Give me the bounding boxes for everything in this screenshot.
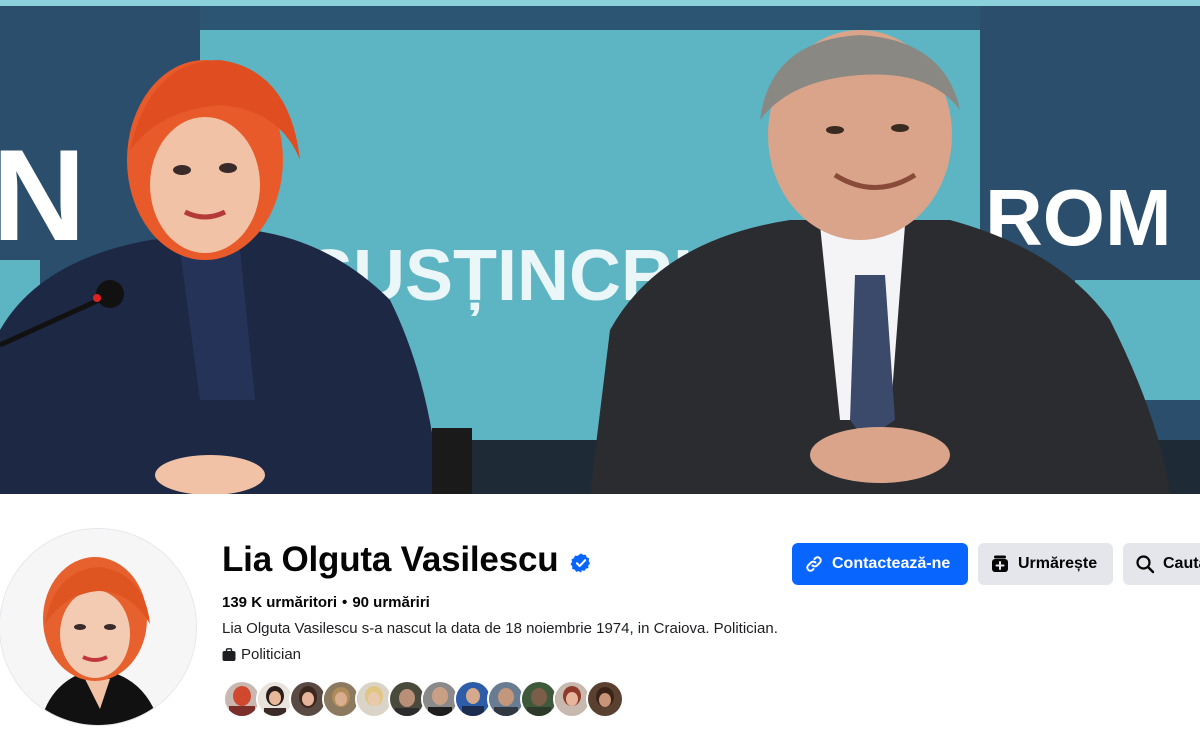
follow-button-label: Urmărește bbox=[1018, 555, 1098, 572]
cover-photo[interactable]: N SUSȚINCRIȘ ROM bbox=[0, 0, 1200, 494]
contact-button-label: Contactează-ne bbox=[832, 555, 951, 572]
cover-banner-text-left: N bbox=[0, 122, 86, 268]
category-label: Politician bbox=[241, 646, 302, 663]
contact-button[interactable]: Contactează-ne bbox=[792, 543, 968, 585]
follow-icon bbox=[992, 555, 1008, 572]
facebook-page-profile: N SUSȚINCRIȘ ROM Lia Olguta Vasilescu 13… bbox=[0, 0, 1200, 750]
profile-stats: 139 K urmăritori • 90 urmăriri bbox=[222, 594, 430, 611]
followers-count[interactable]: 139 K urmăritori bbox=[222, 594, 337, 611]
search-button-label: Caută bbox=[1163, 555, 1200, 572]
following-count[interactable]: 90 urmăriri bbox=[352, 594, 430, 611]
profile-picture[interactable] bbox=[0, 529, 196, 725]
follow-button[interactable]: Urmărește bbox=[978, 543, 1113, 585]
search-icon bbox=[1136, 555, 1155, 574]
profile-bio: Lia Olguta Vasilescu s-a nascut la data … bbox=[222, 620, 778, 637]
search-button[interactable]: Caută bbox=[1123, 543, 1200, 585]
link-icon bbox=[806, 556, 822, 572]
profile-portrait bbox=[0, 529, 196, 725]
profile-name: Lia Olguta Vasilescu bbox=[222, 540, 559, 579]
profile-category: Politician bbox=[222, 646, 301, 663]
follower-avatar[interactable] bbox=[586, 680, 624, 718]
follower-avatars bbox=[223, 680, 624, 718]
profile-name-row: Lia Olguta Vasilescu bbox=[222, 540, 592, 580]
briefcase-icon bbox=[222, 647, 236, 661]
stats-separator: • bbox=[342, 594, 348, 611]
verified-badge-icon bbox=[570, 553, 591, 573]
